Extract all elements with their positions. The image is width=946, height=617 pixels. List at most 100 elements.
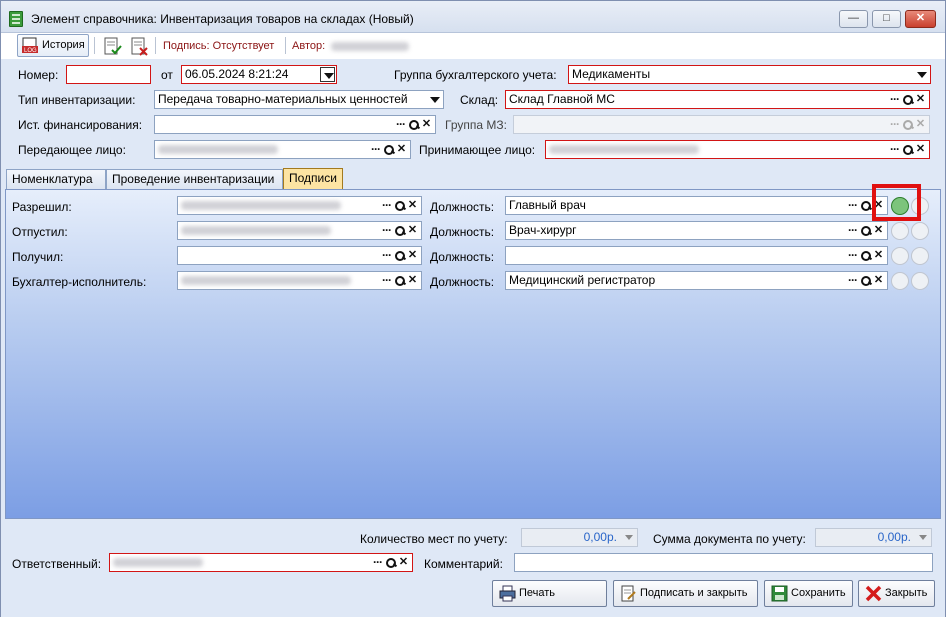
- printer-icon: [499, 585, 516, 602]
- inv-type-label: Тип инвентаризации:: [18, 93, 136, 107]
- search-icon[interactable]: [859, 223, 872, 238]
- clear-icon[interactable]: ✕: [872, 248, 885, 263]
- clear-icon[interactable]: ✕: [395, 142, 408, 157]
- responsible-value: [113, 558, 203, 567]
- sig-position-field[interactable]: ··· ✕: [505, 246, 888, 265]
- responsible-label: Ответственный:: [12, 557, 102, 571]
- search-icon[interactable]: [384, 555, 397, 570]
- sign-down-icon: [911, 272, 929, 290]
- sig-position-label: Должность:: [430, 250, 495, 264]
- inv-type-select[interactable]: Передача товарно-материальных ценностей: [154, 90, 444, 109]
- receiver-label: Принимающее лицо:: [419, 143, 536, 157]
- sig-person-field[interactable]: ··· ✕: [177, 246, 422, 265]
- sender-field[interactable]: ··· ✕: [154, 140, 411, 159]
- sign-down-icon: [911, 247, 929, 265]
- sig-position-field[interactable]: Врач-хирург ··· ✕: [505, 221, 888, 240]
- funding-field[interactable]: ··· ✕: [154, 115, 436, 134]
- clear-icon[interactable]: ✕: [406, 248, 419, 263]
- sig-person-field[interactable]: ··· ✕: [177, 196, 422, 215]
- save-button[interactable]: Сохранить: [764, 580, 853, 607]
- places-field: 0,00р.: [521, 528, 638, 547]
- search-icon[interactable]: [407, 117, 420, 132]
- tab-nomenclature[interactable]: Номенклатура: [6, 169, 106, 190]
- chevron-down-icon[interactable]: [320, 67, 335, 82]
- comment-label: Комментарий:: [424, 557, 503, 571]
- clear-icon[interactable]: ✕: [872, 273, 885, 288]
- search-icon[interactable]: [393, 223, 406, 238]
- clear-icon[interactable]: ✕: [406, 198, 419, 213]
- history-button[interactable]: LOG История: [17, 34, 89, 57]
- sig-person-value: [181, 276, 351, 285]
- sign-and-close-button[interactable]: Подписать и закрыть: [613, 580, 758, 607]
- search-icon[interactable]: [859, 248, 872, 263]
- clear-icon[interactable]: ✕: [420, 117, 433, 132]
- chevron-down-icon[interactable]: [427, 92, 442, 107]
- comment-field[interactable]: [514, 553, 933, 572]
- search-icon: [901, 117, 914, 132]
- minimize-button[interactable]: —: [839, 10, 868, 28]
- clear-icon[interactable]: ✕: [406, 273, 419, 288]
- clear-icon[interactable]: ✕: [914, 142, 927, 157]
- number-field[interactable]: [66, 65, 151, 84]
- close-x-icon: [865, 585, 882, 602]
- tab-signatures[interactable]: Подписи: [283, 168, 343, 190]
- browse-icon[interactable]: ···: [369, 142, 382, 157]
- print-button[interactable]: Печать: [492, 580, 607, 607]
- places-label: Количество мест по учету:: [360, 532, 508, 546]
- search-icon[interactable]: [901, 142, 914, 157]
- number-label: Номер:: [18, 68, 59, 82]
- responsible-field[interactable]: ··· ✕: [109, 553, 413, 572]
- close-window-button[interactable]: ✕: [905, 10, 936, 28]
- sig-position-field[interactable]: Главный врач ··· ✕: [505, 196, 888, 215]
- search-icon[interactable]: [859, 198, 872, 213]
- sign-check-icon: [891, 222, 909, 240]
- tab-inventory-process[interactable]: Проведение инвентаризации: [106, 169, 283, 190]
- sig-position-field[interactable]: Медицинский регистратор ··· ✕: [505, 271, 888, 290]
- search-icon[interactable]: [393, 198, 406, 213]
- sign-document-icon: [621, 585, 636, 602]
- date-field[interactable]: 06.05.2024 8:21:24: [181, 65, 337, 84]
- browse-icon[interactable]: ···: [394, 117, 407, 132]
- search-icon[interactable]: [901, 92, 914, 107]
- browse-icon[interactable]: ···: [380, 198, 393, 213]
- sign-check-icon: [891, 272, 909, 290]
- browse-icon[interactable]: ···: [371, 555, 384, 570]
- clear-icon[interactable]: ✕: [397, 555, 410, 570]
- search-icon[interactable]: [859, 273, 872, 288]
- sig-label-released: Отпустил:: [12, 225, 68, 239]
- sig-person-field[interactable]: ··· ✕: [177, 221, 422, 240]
- sig-position-label: Должность:: [430, 275, 495, 289]
- search-icon[interactable]: [393, 248, 406, 263]
- chevron-down-icon[interactable]: [914, 67, 929, 82]
- window-title: Элемент справочника: Инвентаризация това…: [31, 12, 414, 26]
- browse-icon[interactable]: ···: [846, 273, 859, 288]
- clear-icon[interactable]: ✕: [914, 92, 927, 107]
- browse-icon[interactable]: ···: [846, 223, 859, 238]
- browse-icon[interactable]: ···: [380, 248, 393, 263]
- search-icon[interactable]: [382, 142, 395, 157]
- browse-icon[interactable]: ···: [380, 273, 393, 288]
- close-button[interactable]: Закрыть: [858, 580, 935, 607]
- browse-icon[interactable]: ···: [846, 248, 859, 263]
- clear-icon[interactable]: ✕: [872, 223, 885, 238]
- clear-icon[interactable]: ✕: [406, 223, 419, 238]
- sig-label-accountant: Бухгалтер-исполнитель:: [12, 275, 147, 289]
- warehouse-field[interactable]: Склад Главной МС ··· ✕: [505, 90, 930, 109]
- mz-group-label: Группа МЗ:: [445, 118, 507, 132]
- app-icon: [9, 11, 23, 27]
- document-cancel-icon[interactable]: [129, 37, 149, 56]
- sum-label: Сумма документа по учету:: [653, 532, 806, 546]
- browse-icon[interactable]: ···: [888, 92, 901, 107]
- acc-group-select[interactable]: Медикаменты: [568, 65, 931, 84]
- funding-label: Ист. финансирования:: [18, 118, 143, 132]
- browse-icon[interactable]: ···: [888, 142, 901, 157]
- document-check-icon[interactable]: [102, 37, 122, 56]
- sig-label-approved: Разрешил:: [12, 200, 72, 214]
- maximize-button[interactable]: □: [872, 10, 901, 28]
- sig-person-field[interactable]: ··· ✕: [177, 271, 422, 290]
- browse-icon[interactable]: ···: [846, 198, 859, 213]
- search-icon[interactable]: [393, 273, 406, 288]
- date-from-label: от: [161, 68, 173, 82]
- receiver-field[interactable]: ··· ✕: [545, 140, 930, 159]
- browse-icon[interactable]: ···: [380, 223, 393, 238]
